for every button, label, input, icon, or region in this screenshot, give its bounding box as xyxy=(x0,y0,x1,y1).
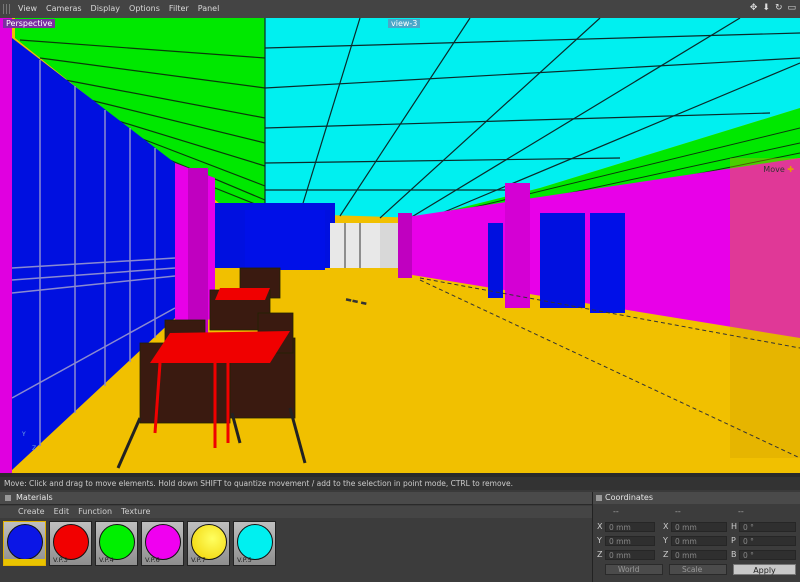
status-bar: Move: Click and drag to move elements. H… xyxy=(0,477,800,490)
material-ball-icon xyxy=(7,524,43,560)
menu-create[interactable]: Create xyxy=(18,507,45,516)
material-swatch[interactable]: V.P.5 xyxy=(233,521,276,566)
menu-texture[interactable]: Texture xyxy=(121,507,150,516)
axis-label: Z xyxy=(597,550,603,559)
toggle-view-icon[interactable]: ▭ xyxy=(787,3,796,13)
viewport-title: view-3 xyxy=(388,19,421,28)
grip-handle[interactable] xyxy=(3,4,11,14)
material-label: V.P.4 xyxy=(99,556,114,564)
material-ball-icon xyxy=(191,524,227,560)
size-x-field[interactable]: 0 mm xyxy=(671,522,727,532)
menu-edit[interactable]: Edit xyxy=(54,507,70,516)
column-rotation: -- xyxy=(738,507,744,516)
axis-label: Y xyxy=(597,536,602,545)
material-swatch[interactable]: V.P.6 xyxy=(141,521,184,566)
coordinates-columns: -- -- -- xyxy=(593,507,800,517)
coordinates-title: Coordinates xyxy=(605,493,654,502)
size-y-field[interactable]: 0 mm xyxy=(671,536,727,546)
material-swatch[interactable]: V.P.7 xyxy=(187,521,230,566)
move-tool-label: Move xyxy=(763,165,785,174)
menu-panel[interactable]: Panel xyxy=(198,4,220,13)
materials-title: Materials xyxy=(16,493,53,502)
material-swatch[interactable] xyxy=(3,521,46,566)
menu-options[interactable]: Options xyxy=(129,4,160,13)
axis-label: H xyxy=(731,522,738,531)
position-y-field[interactable]: 0 mm xyxy=(605,536,655,546)
apply-button[interactable]: Apply xyxy=(733,564,796,575)
axis-label: X xyxy=(663,522,669,531)
material-ball-icon xyxy=(237,524,273,560)
material-ball-icon xyxy=(53,524,89,560)
position-x-field[interactable]: 0 mm xyxy=(605,522,655,532)
column-size: -- xyxy=(675,507,681,516)
scene-render: ▬▬ ▬ Y Z xyxy=(0,18,800,473)
axis-label: Y xyxy=(663,536,668,545)
move-plus-icon: ✚ xyxy=(787,165,794,174)
viewport-menubar: View Cameras Display Options Filter Pane… xyxy=(0,0,800,19)
menu-filter[interactable]: Filter xyxy=(169,4,189,13)
column-position: -- xyxy=(613,507,619,516)
size-z-field[interactable]: 0 mm xyxy=(671,550,727,560)
panel-menu-icon[interactable] xyxy=(5,495,11,501)
zoom-view-icon[interactable]: ⬇ xyxy=(762,3,770,13)
selected-indicator xyxy=(4,559,45,565)
axis-label: Z xyxy=(663,550,669,559)
position-z-field[interactable]: 0 mm xyxy=(605,550,655,560)
coord-row-y: Y 0 mm Y 0 mm P 0 ° xyxy=(593,536,800,547)
panel-menu-icon[interactable] xyxy=(596,495,602,501)
menu-view[interactable]: View xyxy=(18,4,37,13)
menu-cameras[interactable]: Cameras xyxy=(46,4,82,13)
rotation-b-field[interactable]: 0 ° xyxy=(739,550,796,560)
material-label: V.P.3 xyxy=(53,556,68,564)
material-label: V.P.6 xyxy=(145,556,160,564)
material-ball-icon xyxy=(145,524,181,560)
move-tool-indicator: Move ✚ xyxy=(763,165,794,174)
axis-label: B xyxy=(731,550,737,559)
material-label: V.P.7 xyxy=(191,556,206,564)
rotation-h-field[interactable]: 0 ° xyxy=(739,522,796,532)
materials-panel: Materials Create Edit Function Texture V… xyxy=(0,492,593,582)
rotate-view-icon[interactable]: ↻ xyxy=(775,3,783,13)
material-swatch[interactable]: V.P.3 xyxy=(49,521,92,566)
material-label: V.P.5 xyxy=(237,556,252,564)
materials-header: Materials xyxy=(0,492,592,505)
rotation-p-field[interactable]: 0 ° xyxy=(739,536,796,546)
materials-menu: Create Edit Function Texture xyxy=(0,506,592,518)
coord-row-x: X 0 mm X 0 mm H 0 ° xyxy=(593,522,800,533)
viewport-label: Perspective xyxy=(3,19,56,28)
axis-label: X xyxy=(597,522,603,531)
svg-text:Y: Y xyxy=(21,431,26,438)
coord-row-z: Z 0 mm Z 0 mm B 0 ° xyxy=(593,550,800,561)
material-ball-icon xyxy=(99,524,135,560)
coordinates-panel: Coordinates -- -- -- X 0 mm X 0 mm H 0 °… xyxy=(593,492,800,582)
coordinates-header: Coordinates xyxy=(593,492,800,504)
svg-text:Z: Z xyxy=(32,445,36,452)
menu-display[interactable]: Display xyxy=(91,4,121,13)
coordinate-space-select[interactable]: World xyxy=(605,564,663,575)
menu-function[interactable]: Function xyxy=(78,507,112,516)
material-swatches: V.P.3 V.P.4 V.P.6 V.P.7 V.P.5 xyxy=(3,521,276,566)
size-mode-select[interactable]: Scale xyxy=(669,564,727,575)
move-view-icon[interactable]: ✥ xyxy=(750,3,758,13)
axis-label: P xyxy=(731,536,736,545)
perspective-viewport[interactable]: ▬▬ ▬ Y Z Perspective view-3 Move ✚ xyxy=(0,18,800,473)
material-swatch[interactable]: V.P.4 xyxy=(95,521,138,566)
